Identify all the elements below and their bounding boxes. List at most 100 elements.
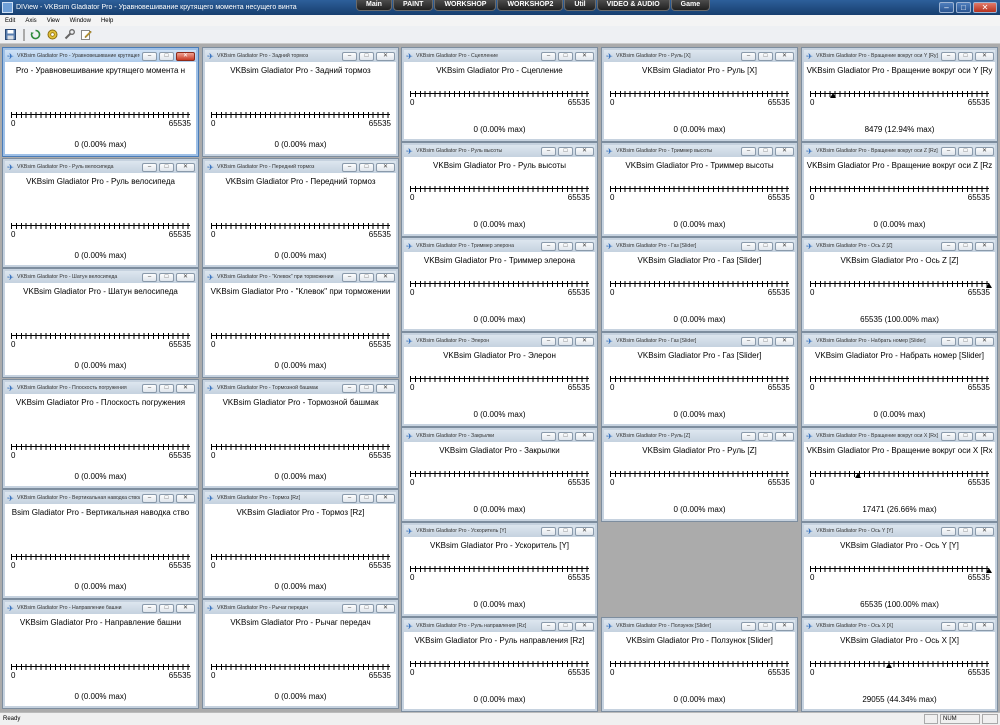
window-minimize-button[interactable]: – [541, 146, 556, 156]
window-maximize-button[interactable]: □ [359, 272, 374, 282]
axis-window[interactable]: ✈ VKBsim Gladiator Pro - Триммер высоты – □… [601, 142, 798, 237]
axis-window[interactable]: ✈ VKBsim Gladiator Pro - Вращение вокруг … [801, 427, 998, 522]
window-close-button[interactable]: ✕ [376, 603, 395, 613]
window-minimize-button[interactable]: – [342, 493, 357, 503]
axis-window[interactable]: ✈ VKBsim Gladiator Pro - Руль высоты – □ ✕ VK… [401, 142, 598, 237]
window-minimize-button[interactable]: – [741, 146, 756, 156]
menu-window[interactable]: Window [65, 18, 96, 24]
axis-window-title-bar[interactable]: ✈ VKBsim Gladiator Pro - Набрать номер [S… [804, 335, 995, 347]
window-maximize-button[interactable]: □ [159, 493, 174, 503]
axis-window-title-bar[interactable]: ✈ VKBsim Gladiator Pro - Руль [Z] – □ ✕ [604, 430, 795, 442]
window-close-button[interactable]: ✕ [975, 146, 994, 156]
axis-window-title-bar[interactable]: ✈ VKBsim Gladiator Pro - Передний тормоз –… [205, 161, 396, 173]
axis-window[interactable]: ✈ VKBsim Gladiator Pro - Ось Z [Z] – □ ✕ VKBs… [801, 237, 998, 332]
window-close-button[interactable]: ✕ [176, 51, 195, 61]
window-maximize-button[interactable]: □ [359, 162, 374, 172]
window-minimize-button[interactable]: – [541, 336, 556, 346]
window-maximize-button[interactable]: □ [359, 383, 374, 393]
window-minimize-button[interactable]: – [342, 603, 357, 613]
window-maximize-button[interactable]: □ [558, 146, 573, 156]
menu-help[interactable]: Help [96, 18, 118, 24]
window-maximize-button[interactable]: □ [758, 431, 773, 441]
axis-window[interactable]: ✈ VKBsim Gladiator Pro - "Клевок" при тор… [202, 268, 399, 378]
axis-window[interactable]: ✈ VKBsim Gladiator Pro - Руль [Z] – □ ✕ VKBsi… [601, 427, 798, 522]
window-close-button[interactable]: ✕ [376, 51, 395, 61]
window-close-button[interactable]: ✕ [575, 336, 594, 346]
window-maximize-button[interactable]: □ [359, 603, 374, 613]
window-close-button[interactable]: ✕ [176, 603, 195, 613]
window-close-button[interactable]: ✕ [775, 241, 794, 251]
window-close-button[interactable]: ✕ [975, 51, 994, 61]
window-close-button[interactable]: ✕ [775, 431, 794, 441]
minimize-button[interactable]: – [939, 2, 954, 13]
tab-main[interactable]: Main [356, 0, 392, 11]
window-close-button[interactable]: ✕ [176, 162, 195, 172]
axis-window-title-bar[interactable]: ✈ VKBsim Gladiator Pro - Тормозной башмак… [205, 382, 396, 394]
window-close-button[interactable]: ✕ [376, 162, 395, 172]
window-minimize-button[interactable]: – [941, 621, 956, 631]
axis-window[interactable]: ✈ VKBsim Gladiator Pro - Ось Y [Y] – □ ✕ VKBs… [801, 522, 998, 617]
window-close-button[interactable]: ✕ [575, 526, 594, 536]
axis-window[interactable]: ✈ VKBsim Gladiator Pro - Плоскость погруж… [2, 379, 199, 489]
axis-window[interactable]: ✈ VKBsim Gladiator Pro - Тормоз [Rz] – □ ✕ VK… [202, 489, 399, 599]
axis-window[interactable]: ✈ VKBsim Gladiator Pro - Шатун велосипеда… [2, 268, 199, 378]
window-maximize-button[interactable]: □ [359, 51, 374, 61]
axis-window[interactable]: ✈ VKBsim Gladiator Pro - Газ [Slider] – □ ✕ V… [601, 237, 798, 332]
axis-window-title-bar[interactable]: ✈ VKBsim Gladiator Pro - Направление башн… [5, 602, 196, 614]
axis-window[interactable]: ✈ VKBsim Gladiator Pro - Руль направления… [401, 617, 598, 712]
axis-window-title-bar[interactable]: ✈ VKBsim Gladiator Pro - Газ [Slider] – □ ✕ [604, 335, 795, 347]
axis-window[interactable]: ✈ VKBsim Gladiator Pro - Газ [Slider] – □ ✕ V… [601, 332, 798, 427]
axis-window-title-bar[interactable]: ✈ VKBsim Gladiator Pro - Плоскость погруж… [5, 382, 196, 394]
axis-window-title-bar[interactable]: ✈ VKBsim Gladiator Pro - Газ [Slider] – □ ✕ [604, 240, 795, 252]
axis-window-title-bar[interactable]: ✈ VKBsim Gladiator Pro - Уравновешивание … [5, 50, 196, 62]
window-minimize-button[interactable]: – [541, 241, 556, 251]
axis-window[interactable]: ✈ VKBsim Gladiator Pro - Передний тормоз –… [202, 158, 399, 268]
window-close-button[interactable]: ✕ [376, 272, 395, 282]
window-minimize-button[interactable]: – [741, 621, 756, 631]
window-minimize-button[interactable]: – [541, 51, 556, 61]
window-minimize-button[interactable]: – [142, 51, 157, 61]
axis-window-title-bar[interactable]: ✈ VKBsim Gladiator Pro - Триммер высоты – □… [604, 145, 795, 157]
window-maximize-button[interactable]: □ [958, 431, 973, 441]
window-maximize-button[interactable]: □ [558, 51, 573, 61]
axis-window-title-bar[interactable]: ✈ VKBsim Gladiator Pro - Сцепление – □ ✕ [404, 50, 595, 62]
window-maximize-button[interactable]: □ [958, 621, 973, 631]
window-minimize-button[interactable]: – [541, 526, 556, 536]
window-close-button[interactable]: ✕ [575, 241, 594, 251]
window-minimize-button[interactable]: – [941, 431, 956, 441]
window-minimize-button[interactable]: – [342, 162, 357, 172]
axis-window[interactable]: ✈ VKBsim Gladiator Pro - Закрылки – □ ✕ VKBsi… [401, 427, 598, 522]
window-minimize-button[interactable]: – [941, 51, 956, 61]
window-maximize-button[interactable]: □ [159, 383, 174, 393]
window-minimize-button[interactable]: – [941, 526, 956, 536]
axis-window-title-bar[interactable]: ✈ VKBsim Gladiator Pro - Тормоз [Rz] – □ ✕ [205, 492, 396, 504]
axis-window-title-bar[interactable]: ✈ VKBsim Gladiator Pro - Вращение вокруг … [804, 145, 995, 157]
window-close-button[interactable]: ✕ [975, 526, 994, 536]
window-close-button[interactable]: ✕ [775, 621, 794, 631]
window-maximize-button[interactable]: □ [958, 336, 973, 346]
window-minimize-button[interactable]: – [342, 51, 357, 61]
window-maximize-button[interactable]: □ [558, 431, 573, 441]
window-close-button[interactable]: ✕ [376, 383, 395, 393]
window-maximize-button[interactable]: □ [958, 51, 973, 61]
window-maximize-button[interactable]: □ [558, 526, 573, 536]
axis-window-title-bar[interactable]: ✈ VKBsim Gladiator Pro - Ускоритель [Y] – □… [404, 525, 595, 537]
save-icon[interactable] [3, 28, 18, 42]
axis-window-title-bar[interactable]: ✈ VKBsim Gladiator Pro - Вертикальная нав… [5, 492, 196, 504]
window-close-button[interactable]: ✕ [176, 383, 195, 393]
settings-icon[interactable] [45, 28, 60, 42]
menu-view[interactable]: View [42, 18, 65, 24]
window-minimize-button[interactable]: – [142, 272, 157, 282]
window-close-button[interactable]: ✕ [376, 493, 395, 503]
window-close-button[interactable]: ✕ [775, 51, 794, 61]
tab-paint[interactable]: PAINT [392, 0, 434, 11]
window-minimize-button[interactable]: – [142, 493, 157, 503]
menu-axis[interactable]: Axis [20, 18, 41, 24]
window-maximize-button[interactable]: □ [558, 336, 573, 346]
window-close-button[interactable]: ✕ [176, 272, 195, 282]
axis-window[interactable]: ✈ VKBsim Gladiator Pro - Ускоритель [Y] – □… [401, 522, 598, 617]
window-maximize-button[interactable]: □ [958, 241, 973, 251]
window-maximize-button[interactable]: □ [958, 526, 973, 536]
tab-util[interactable]: Util [564, 0, 596, 11]
axis-window-title-bar[interactable]: ✈ VKBsim Gladiator Pro - Ползунок [Slider… [604, 620, 795, 632]
